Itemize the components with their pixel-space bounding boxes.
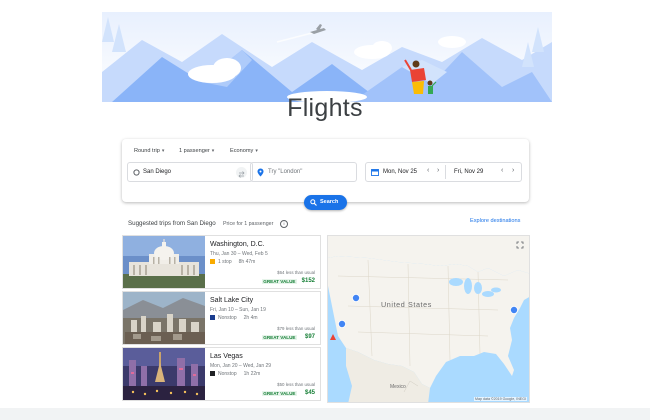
trip-saving: $50 less than usual	[277, 382, 315, 387]
swap-icon	[238, 171, 245, 178]
trip-flight-info: 1 stop 8h 47m	[210, 259, 255, 265]
great-value-badge: GREAT VALUE	[261, 391, 297, 396]
date-range-field[interactable]: Mon, Nov 25 ‹ › Fri, Nov 29 ‹ ›	[365, 162, 522, 182]
airline-logo-icon	[210, 259, 215, 264]
depart-next-icon[interactable]: ›	[437, 167, 439, 174]
airline-logo-icon	[210, 371, 215, 376]
destinations-map[interactable]: United States Mexico Map data ©2019 Goog…	[327, 235, 530, 403]
depart-prev-icon[interactable]: ‹	[427, 167, 429, 174]
chevron-down-icon: ▾	[255, 148, 258, 154]
destination-placeholder: Try "London"	[268, 169, 303, 175]
map-attribution: Map data ©2019 Google, INEGI	[474, 397, 527, 401]
airline-logo-icon	[210, 315, 215, 320]
las-vegas-photo	[123, 348, 205, 400]
fullscreen-icon[interactable]	[516, 241, 524, 249]
trip-stops: Nonstop	[218, 371, 237, 377]
capitol-photo	[123, 236, 205, 288]
trip-type-dropdown[interactable]: Round trip ▾	[134, 148, 164, 154]
trip-type-label: Round trip	[134, 148, 160, 154]
trip-city: Las Vegas	[210, 353, 243, 360]
trip-city: Washington, D.C.	[210, 241, 265, 248]
trip-price: $97	[304, 334, 315, 340]
passengers-label: 1 passenger	[179, 148, 210, 154]
trip-card-washington[interactable]: Washington, D.C. Thu, Jan 30 – Wed, Feb …	[122, 235, 321, 289]
trip-city: Salt Lake City	[210, 297, 254, 304]
page-title: Flights	[287, 94, 363, 122]
calendar-icon	[371, 169, 379, 176]
origin-value: San Diego	[143, 169, 172, 175]
map-country-label: United States	[381, 300, 432, 309]
date-divider	[445, 165, 446, 179]
swap-button[interactable]	[236, 167, 247, 178]
passengers-dropdown[interactable]: 1 passenger ▾	[179, 148, 214, 154]
trip-duration: 1h 22m	[243, 371, 261, 377]
info-icon[interactable]: i	[280, 220, 288, 228]
trip-price: $152	[301, 278, 315, 284]
cabin-class-label: Economy	[230, 148, 254, 154]
price-note: Price for 1 passenger	[223, 221, 274, 227]
trip-card-salt-lake-city[interactable]: Salt Lake City Fri, Jan 10 – Sun, Jan 19…	[122, 291, 321, 345]
depart-date[interactable]: Mon, Nov 25	[383, 169, 417, 175]
location-pin-icon	[257, 168, 264, 177]
map-mexico-label: Mexico	[390, 384, 406, 390]
trip-dates: Mon, Jan 20 – Wed, Jan 29	[210, 363, 272, 369]
trip-saving: $79 less than usual	[277, 326, 315, 331]
trip-stops: Nonstop	[218, 315, 237, 321]
suggested-trips-heading: Suggested trips from San Diego	[128, 220, 216, 227]
return-next-icon[interactable]: ›	[512, 167, 514, 174]
destination-field[interactable]: Try "London"	[250, 162, 357, 182]
trip-card-las-vegas[interactable]: Las Vegas Mon, Jan 20 – Wed, Jan 29 Nons…	[122, 347, 321, 401]
return-prev-icon[interactable]: ‹	[501, 167, 503, 174]
trip-dates: Thu, Jan 30 – Wed, Feb 5	[210, 251, 268, 257]
trip-flight-info: Nonstop 2h 4m	[210, 315, 258, 321]
cabin-class-dropdown[interactable]: Economy ▾	[230, 148, 258, 154]
chevron-down-icon: ▾	[161, 148, 165, 154]
salt-lake-photo	[123, 292, 205, 344]
return-date[interactable]: Fri, Nov 29	[454, 169, 483, 175]
trip-saving: $64 less than usual	[277, 270, 315, 275]
great-value-badge: GREAT VALUE	[261, 335, 297, 340]
origin-circle-icon	[133, 169, 140, 176]
explore-destinations-link[interactable]: Explore destinations	[470, 218, 520, 224]
map-canvas	[328, 236, 529, 402]
flight-search-card: Round trip ▾ 1 passenger ▾ Economy ▾ San Di…	[122, 139, 529, 202]
great-value-badge: GREAT VALUE	[261, 279, 297, 284]
trip-duration: 8h 47m	[238, 259, 256, 265]
origin-field[interactable]: San Diego	[127, 162, 253, 182]
hero-illustration	[102, 12, 552, 102]
bottom-bar	[0, 408, 650, 420]
trip-flight-info: Nonstop 1h 22m	[210, 371, 260, 377]
chevron-down-icon: ▾	[211, 148, 215, 154]
search-button-label: Search	[320, 199, 339, 205]
search-icon	[310, 199, 317, 206]
trip-dates: Fri, Jan 10 – Sun, Jan 19	[210, 307, 266, 313]
trip-price: $45	[304, 390, 315, 396]
trip-stops: 1 stop	[218, 259, 232, 265]
trip-duration: 2h 4m	[243, 315, 258, 321]
search-button[interactable]: Search	[304, 195, 347, 210]
